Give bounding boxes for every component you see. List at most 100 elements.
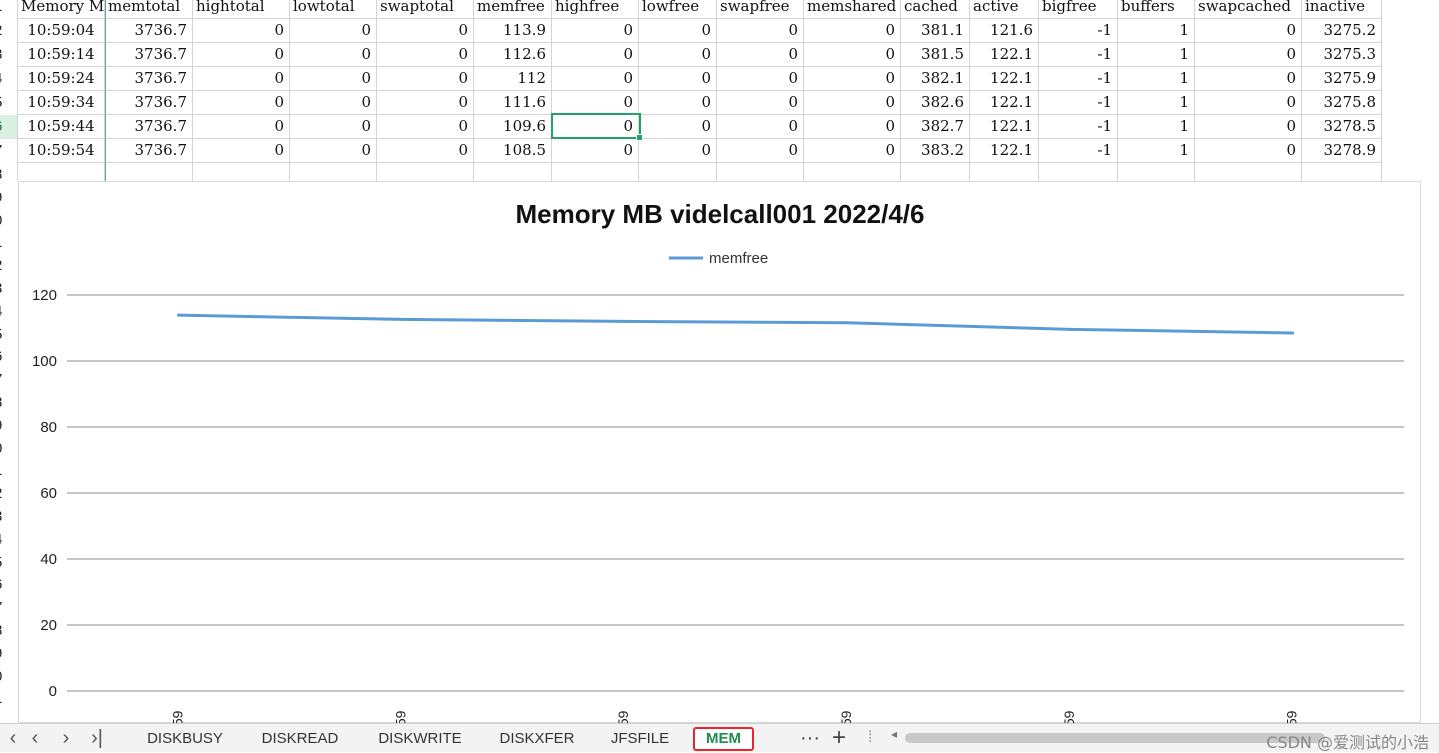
column-header-cell[interactable]: memshared [804,0,901,19]
row-number[interactable]: 9 [0,186,18,210]
table-cell[interactable]: 0 [193,67,290,91]
next-sheet-button[interactable]: › [55,726,77,750]
row-number[interactable]: 3 [0,277,18,301]
column-header-cell[interactable]: buffers [1118,0,1195,19]
table-cell[interactable]: 3736.7 [105,91,193,115]
table-cell[interactable]: 0 [717,67,804,91]
table-cell[interactable]: 0 [804,91,901,115]
table-cell[interactable]: 0 [639,19,717,43]
row-number[interactable]: 5 [0,91,18,115]
table-cell[interactable]: 0 [804,67,901,91]
memory-line-chart[interactable]: Memory MB videlcall001 2022/4/6 memfree … [18,181,1421,724]
table-cell[interactable]: 0 [717,91,804,115]
row-number[interactable]: 4 [0,300,18,324]
table-cell[interactable]: 112 [474,67,552,91]
table-cell[interactable]: 3275.3 [1302,43,1382,67]
table-cell[interactable]: 0 [193,115,290,139]
table-cell[interactable]: 0 [290,91,377,115]
table-cell[interactable]: 0 [290,139,377,163]
table-cell[interactable]: 0 [717,19,804,43]
table-cell[interactable]: 0 [377,139,474,163]
table-cell[interactable]: 0 [552,91,639,115]
selected-cell-outline[interactable] [551,113,641,139]
table-cell[interactable]: 3278.9 [1302,139,1382,163]
table-cell[interactable]: 122.1 [970,115,1039,139]
row-number[interactable]: 4 [0,67,18,91]
table-cell[interactable]: 0 [639,115,717,139]
table-cell[interactable]: 1 [1118,115,1195,139]
table-cell[interactable]: 0 [552,139,639,163]
scroll-left-icon[interactable]: ◂ [891,727,897,741]
table-cell[interactable]: 3736.7 [105,19,193,43]
row-number[interactable]: 6 [0,345,18,369]
column-header-cell[interactable]: swapfree [717,0,804,19]
row-number[interactable]: 2 [0,254,18,278]
table-cell[interactable]: 382.1 [901,67,970,91]
table-cell[interactable]: 109.6 [474,115,552,139]
tab-diskwrite[interactable]: DISKWRITE [360,727,480,751]
table-cell[interactable]: 0 [193,19,290,43]
tab-diskread[interactable]: DISKREAD [245,727,355,751]
table-cell[interactable]: 113.9 [474,19,552,43]
table-cell[interactable]: 1 [1118,139,1195,163]
row-number[interactable]: 9 [0,642,18,666]
row-number[interactable]: 9 [0,414,18,438]
row-number[interactable]: 8 [0,163,18,187]
tab-mem[interactable]: MEM [693,727,754,751]
column-header-cell[interactable]: active [970,0,1039,19]
row-number[interactable]: 8 [0,391,18,415]
table-cell[interactable]: 0 [717,139,804,163]
column-header-cell[interactable]: lowfree [639,0,717,19]
row-number[interactable]: 0 [0,209,18,233]
table-cell[interactable]: 0 [804,115,901,139]
table-cell[interactable]: 3275.9 [1302,67,1382,91]
table-cell[interactable]: 0 [804,139,901,163]
table-cell[interactable]: 10:59:04 [18,19,105,43]
table-cell[interactable]: 0 [1195,91,1302,115]
first-sheet-button[interactable]: ‹ [2,726,24,750]
row-number[interactable]: 6 [0,573,18,597]
prev-sheet-button[interactable]: ‹ [24,726,46,750]
column-header-cell[interactable]: highfree [552,0,639,19]
table-cell[interactable]: 0 [377,115,474,139]
table-cell[interactable]: 0 [193,139,290,163]
table-cell[interactable]: 112.6 [474,43,552,67]
row-number[interactable]: 1 [0,231,18,255]
tab-split-handle[interactable]: ⁞ [868,726,872,750]
row-number[interactable]: 7 [0,368,18,392]
table-cell[interactable]: 121.6 [970,19,1039,43]
table-cell[interactable]: 381.1 [901,19,970,43]
table-cell[interactable]: 0 [1195,67,1302,91]
column-header-cell[interactable]: swaptotal [377,0,474,19]
table-cell[interactable]: 1 [1118,43,1195,67]
table-cell[interactable]: 0 [377,67,474,91]
table-cell[interactable]: 0 [377,91,474,115]
row-number[interactable]: 1 [0,459,18,483]
column-header-cell[interactable]: lowtotal [290,0,377,19]
column-header-cell[interactable]: Memory MB [18,0,105,19]
table-cell[interactable]: 382.7 [901,115,970,139]
table-cell[interactable]: 3275.8 [1302,91,1382,115]
row-number[interactable]: 3 [0,43,18,67]
table-cell[interactable]: 1 [1118,19,1195,43]
column-header-cell[interactable]: hightotal [193,0,290,19]
more-sheets-button[interactable]: ··· [800,726,820,750]
table-cell[interactable]: 0 [1195,43,1302,67]
table-cell[interactable]: 122.1 [970,139,1039,163]
row-number[interactable]: 5 [0,551,18,575]
column-header-cell[interactable]: inactive [1302,0,1382,19]
row-number[interactable]: 0 [0,665,18,689]
tab-diskxfer[interactable]: DISKXFER [482,727,592,751]
row-number[interactable]: 7 [0,139,18,163]
table-cell[interactable]: 3278.5 [1302,115,1382,139]
table-cell[interactable]: 108.5 [474,139,552,163]
table-cell[interactable]: 0 [377,43,474,67]
table-cell[interactable]: 0 [804,43,901,67]
table-cell[interactable]: 10:59:34 [18,91,105,115]
row-number[interactable]: 3 [0,505,18,529]
table-cell[interactable]: 0 [717,115,804,139]
column-header-cell[interactable]: cached [901,0,970,19]
table-cell[interactable]: 0 [639,91,717,115]
row-number[interactable]: 8 [0,619,18,643]
table-cell[interactable]: 1 [1118,67,1195,91]
